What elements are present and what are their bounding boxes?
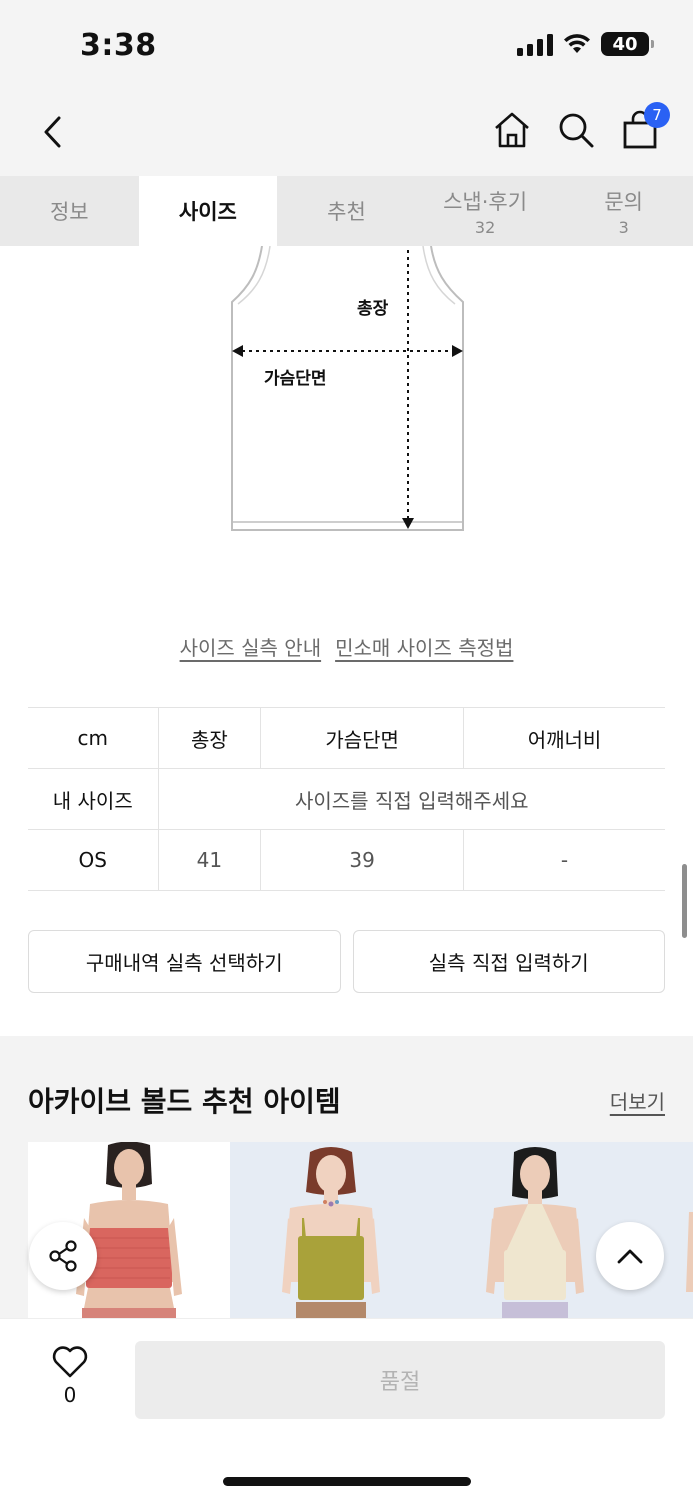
tab-label: 스냅·후기	[443, 189, 528, 214]
table-row: OS 41 39 -	[28, 829, 665, 891]
status-icons: 40	[517, 32, 654, 56]
search-button[interactable]	[554, 108, 598, 152]
home-button[interactable]	[490, 108, 534, 152]
measure-buttons: 구매내역 실측 선택하기 실측 직접 입력하기	[28, 930, 665, 993]
tab-count: 3	[618, 217, 629, 237]
size-table: cm 총장 가슴단면 어깨너비 내 사이즈 사이즈를 직접 입력해주세요 OS …	[28, 707, 665, 891]
search-icon	[559, 113, 594, 148]
purchase-history-measure-button[interactable]: 구매내역 실측 선택하기	[28, 930, 341, 993]
back-button[interactable]	[30, 110, 74, 154]
home-icon	[495, 112, 529, 148]
status-time: 3:38	[80, 28, 157, 63]
tab-recommend[interactable]: 추천	[277, 176, 416, 246]
sleeveless-guide-link[interactable]: 민소매 사이즈 측정법	[335, 632, 513, 661]
tab-label: 사이즈	[178, 200, 237, 224]
share-button[interactable]	[29, 1222, 97, 1290]
product-card[interactable]	[432, 1142, 634, 1322]
cart-count-badge: 7	[644, 102, 670, 128]
length-label: 총장	[357, 299, 389, 319]
tab-count: 32	[474, 217, 496, 237]
column-header: 총장	[157, 707, 261, 769]
top-nav: 7	[0, 90, 693, 176]
table-header-row: cm 총장 가슴단면 어깨너비	[28, 707, 665, 769]
status-bar: 3:38 40	[0, 0, 693, 90]
my-size-row: 내 사이즈 사이즈를 직접 입력해주세요	[28, 768, 665, 830]
tab-info[interactable]: 정보	[0, 176, 139, 246]
direct-measure-input-button[interactable]: 실측 직접 입력하기	[352, 930, 665, 993]
chest-label: 가슴단면	[264, 369, 327, 389]
wifi-icon	[564, 34, 590, 53]
share-icon	[49, 1240, 77, 1272]
chest-arrowhead-right	[452, 345, 463, 357]
tab-label: 문의	[604, 189, 643, 214]
size-diagram: 총장 가슴단면	[231, 246, 464, 531]
soldout-button: 품절	[135, 1341, 665, 1419]
more-link[interactable]: 더보기	[610, 1086, 665, 1115]
scrollbar[interactable]	[682, 864, 687, 938]
tab-inquiry[interactable]: 문의 3	[554, 176, 693, 246]
cart-button[interactable]: 7	[618, 102, 670, 152]
table-cell: 39	[260, 829, 464, 891]
battery-icon: 40	[601, 32, 654, 56]
tab-size[interactable]: 사이즈	[138, 176, 278, 246]
length-arrowhead	[402, 518, 414, 529]
table-cell: 41	[157, 829, 261, 891]
size-guide-links: 사이즈 실측 안내 민소매 사이즈 측정법	[0, 632, 693, 661]
my-size-input-prompt[interactable]: 사이즈를 직접 입력해주세요	[157, 768, 665, 830]
cellular-signal-icon	[517, 32, 553, 56]
chevron-up-icon	[617, 1249, 643, 1264]
measure-guide-link[interactable]: 사이즈 실측 안내	[180, 632, 322, 661]
home-indicator	[223, 1477, 471, 1486]
column-header: 가슴단면	[260, 707, 464, 769]
heart-icon	[52, 1346, 88, 1378]
recommend-title: 아카이브 볼드 추천 아이템	[28, 1085, 341, 1118]
unit-cell: cm	[28, 707, 158, 769]
product-tabs: 정보 사이즈 추천 스냅·후기 32 문의 3	[0, 176, 693, 246]
tab-snap-review[interactable]: 스냅·후기 32	[416, 176, 555, 246]
bottom-action-bar: 0 품절	[0, 1318, 693, 1500]
tab-label: 추천	[327, 200, 366, 224]
chest-arrowhead-left	[232, 345, 243, 357]
chevron-left-icon	[44, 116, 61, 148]
size-name-cell: OS	[28, 829, 158, 891]
product-image	[282, 1147, 380, 1322]
column-header: 어깨너비	[463, 707, 665, 769]
table-cell: -	[463, 829, 665, 891]
scroll-to-top-button[interactable]	[596, 1222, 664, 1290]
tab-label: 정보	[49, 200, 89, 224]
like-button[interactable]: 0	[44, 1345, 96, 1407]
recommend-item-list	[28, 1142, 693, 1322]
recommend-section: 아카이브 볼드 추천 아이템 더보기	[0, 1036, 693, 1326]
product-image	[486, 1147, 584, 1322]
product-card[interactable]	[230, 1142, 432, 1322]
my-size-label: 내 사이즈	[28, 768, 158, 830]
like-count: 0	[63, 1383, 77, 1407]
